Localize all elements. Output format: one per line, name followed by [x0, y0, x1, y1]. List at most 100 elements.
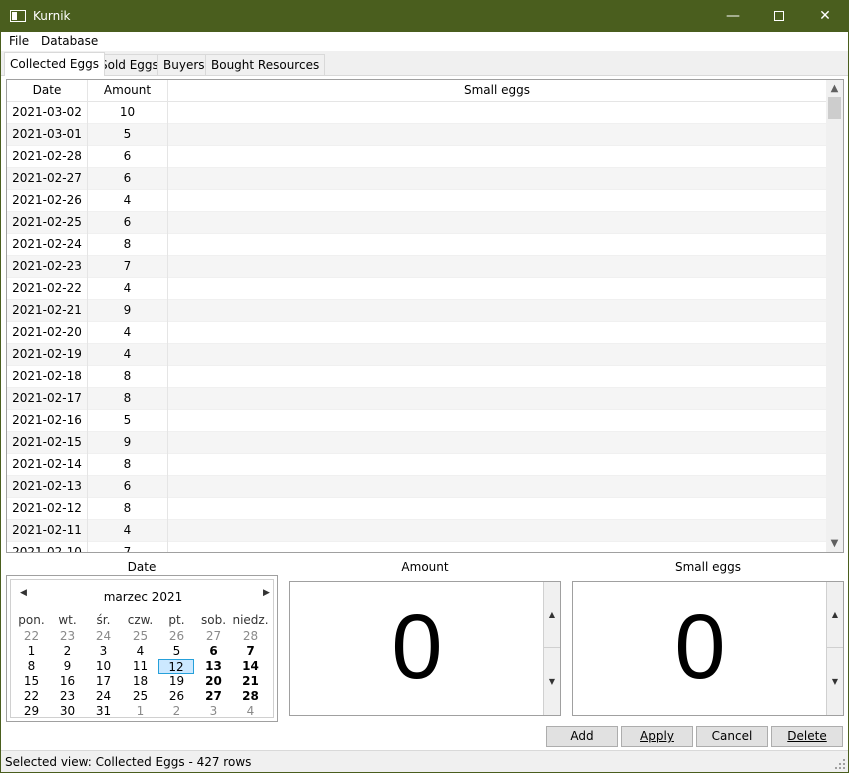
calendar-day-selected[interactable]: 12	[158, 659, 194, 674]
column-header-date[interactable]: Date	[7, 80, 88, 102]
calendar-day[interactable]: 6	[195, 644, 232, 659]
table-row[interactable]: 2021-02-25 6	[7, 212, 827, 234]
column-header-amount[interactable]: Amount	[88, 80, 168, 102]
cell-amount[interactable]: 6	[88, 146, 168, 168]
cell-date[interactable]: 2021-03-02	[7, 102, 88, 124]
eggs-data-grid[interactable]: Date Amount Small eggs 2021-03-02 10 2021-…	[6, 79, 844, 553]
table-row[interactable]: 2021-02-12 8	[7, 498, 827, 520]
calendar-day[interactable]: 29	[13, 704, 50, 719]
cell-small-eggs[interactable]	[168, 234, 827, 256]
calendar-day[interactable]: 22	[13, 689, 50, 704]
cell-amount[interactable]: 8	[88, 234, 168, 256]
cell-small-eggs[interactable]	[168, 366, 827, 388]
delete-button[interactable]: Delete	[771, 726, 843, 747]
calendar-day[interactable]: 27	[195, 689, 232, 704]
scroll-thumb[interactable]	[828, 97, 841, 119]
cell-amount[interactable]: 7	[88, 256, 168, 278]
cell-small-eggs[interactable]	[168, 520, 827, 542]
table-row[interactable]: 2021-02-28 6	[7, 146, 827, 168]
cell-amount[interactable]: 8	[88, 498, 168, 520]
cell-amount[interactable]: 5	[88, 410, 168, 432]
calendar-day[interactable]: 1	[13, 644, 50, 659]
date-calendar[interactable]: ◀ ▶ marzec 2021 pon. wt. śr. czw. pt. sob. nie…	[6, 575, 278, 722]
cell-date[interactable]: 2021-02-19	[7, 344, 88, 366]
calendar-day[interactable]: 18	[122, 674, 159, 689]
calendar-day[interactable]: 27	[195, 629, 232, 644]
cell-date[interactable]: 2021-02-26	[7, 190, 88, 212]
cell-small-eggs[interactable]	[168, 256, 827, 278]
scroll-down-icon[interactable]: ▼	[826, 535, 843, 552]
table-row[interactable]: 2021-02-20 4	[7, 322, 827, 344]
calendar-day[interactable]: 11	[122, 659, 159, 674]
cancel-button[interactable]: Cancel	[696, 726, 768, 747]
cell-small-eggs[interactable]	[168, 102, 827, 124]
calendar-month-title[interactable]: marzec 2021	[11, 590, 275, 604]
calendar-day[interactable]: 26	[158, 629, 195, 644]
cell-date[interactable]: 2021-02-21	[7, 300, 88, 322]
calendar-day[interactable]: 31	[85, 704, 122, 719]
cell-small-eggs[interactable]	[168, 432, 827, 454]
table-row[interactable]: 2021-02-24 8	[7, 234, 827, 256]
cell-amount[interactable]: 7	[88, 542, 168, 552]
calendar-day[interactable]: 8	[13, 659, 50, 674]
table-row[interactable]: 2021-02-17 8	[7, 388, 827, 410]
table-row[interactable]: 2021-02-13 6	[7, 476, 827, 498]
close-button[interactable]: ✕	[802, 1, 848, 32]
cell-amount[interactable]: 5	[88, 124, 168, 146]
table-row[interactable]: 2021-02-19 4	[7, 344, 827, 366]
amount-increase-icon[interactable]: ▲	[544, 582, 560, 648]
table-row[interactable]: 2021-02-27 6	[7, 168, 827, 190]
cell-small-eggs[interactable]	[168, 454, 827, 476]
calendar-day[interactable]: 4	[122, 644, 159, 659]
small-eggs-stepper[interactable]: 0 ▲ ▼	[572, 581, 844, 716]
tab-buyers[interactable]: Buyers	[157, 54, 211, 76]
cell-small-eggs[interactable]	[168, 168, 827, 190]
small-eggs-decrease-icon[interactable]: ▼	[827, 649, 843, 715]
cell-small-eggs[interactable]	[168, 212, 827, 234]
cell-date[interactable]: 2021-02-20	[7, 322, 88, 344]
cell-amount[interactable]: 4	[88, 190, 168, 212]
calendar-day[interactable]: 30	[49, 704, 86, 719]
cell-date[interactable]: 2021-02-10	[7, 542, 88, 552]
calendar-day[interactable]: 2	[49, 644, 86, 659]
calendar-day[interactable]: 10	[85, 659, 122, 674]
cell-amount[interactable]: 4	[88, 278, 168, 300]
calendar-day[interactable]: 7	[232, 644, 269, 659]
table-row[interactable]: 2021-02-11 4	[7, 520, 827, 542]
table-row[interactable]: 2021-02-23 7	[7, 256, 827, 278]
calendar-day[interactable]: 13	[195, 659, 232, 674]
calendar-day[interactable]: 5	[158, 644, 195, 659]
cell-amount[interactable]: 4	[88, 520, 168, 542]
table-row[interactable]: 2021-03-01 5	[7, 124, 827, 146]
calendar-day[interactable]: 14	[232, 659, 269, 674]
cell-small-eggs[interactable]	[168, 344, 827, 366]
calendar-day[interactable]: 16	[49, 674, 86, 689]
calendar-day[interactable]: 1	[122, 704, 159, 719]
calendar-day[interactable]: 28	[232, 629, 269, 644]
cell-amount[interactable]: 6	[88, 212, 168, 234]
cell-date[interactable]: 2021-02-17	[7, 388, 88, 410]
calendar-day[interactable]: 15	[13, 674, 50, 689]
calendar-day[interactable]: 26	[158, 689, 195, 704]
small-eggs-increase-icon[interactable]: ▲	[827, 582, 843, 648]
table-row[interactable]: 2021-02-10 7	[7, 542, 827, 552]
table-row[interactable]: 2021-02-15 9	[7, 432, 827, 454]
calendar-day[interactable]: 2	[158, 704, 195, 719]
table-row[interactable]: 2021-02-16 5	[7, 410, 827, 432]
calendar-day[interactable]: 24	[85, 629, 122, 644]
tab-bought-resources[interactable]: Bought Resources	[205, 54, 326, 76]
cell-small-eggs[interactable]	[168, 278, 827, 300]
cell-small-eggs[interactable]	[168, 124, 827, 146]
calendar-day[interactable]: 23	[49, 629, 86, 644]
cell-date[interactable]: 2021-02-27	[7, 168, 88, 190]
calendar-day[interactable]: 25	[122, 689, 159, 704]
cell-date[interactable]: 2021-03-01	[7, 124, 88, 146]
cell-small-eggs[interactable]	[168, 388, 827, 410]
cell-amount[interactable]: 4	[88, 344, 168, 366]
cell-date[interactable]: 2021-02-22	[7, 278, 88, 300]
calendar-day[interactable]: 24	[85, 689, 122, 704]
calendar-day[interactable]: 23	[49, 689, 86, 704]
calendar-day[interactable]: 3	[195, 704, 232, 719]
cell-small-eggs[interactable]	[168, 476, 827, 498]
table-row[interactable]: 2021-02-14 8	[7, 454, 827, 476]
